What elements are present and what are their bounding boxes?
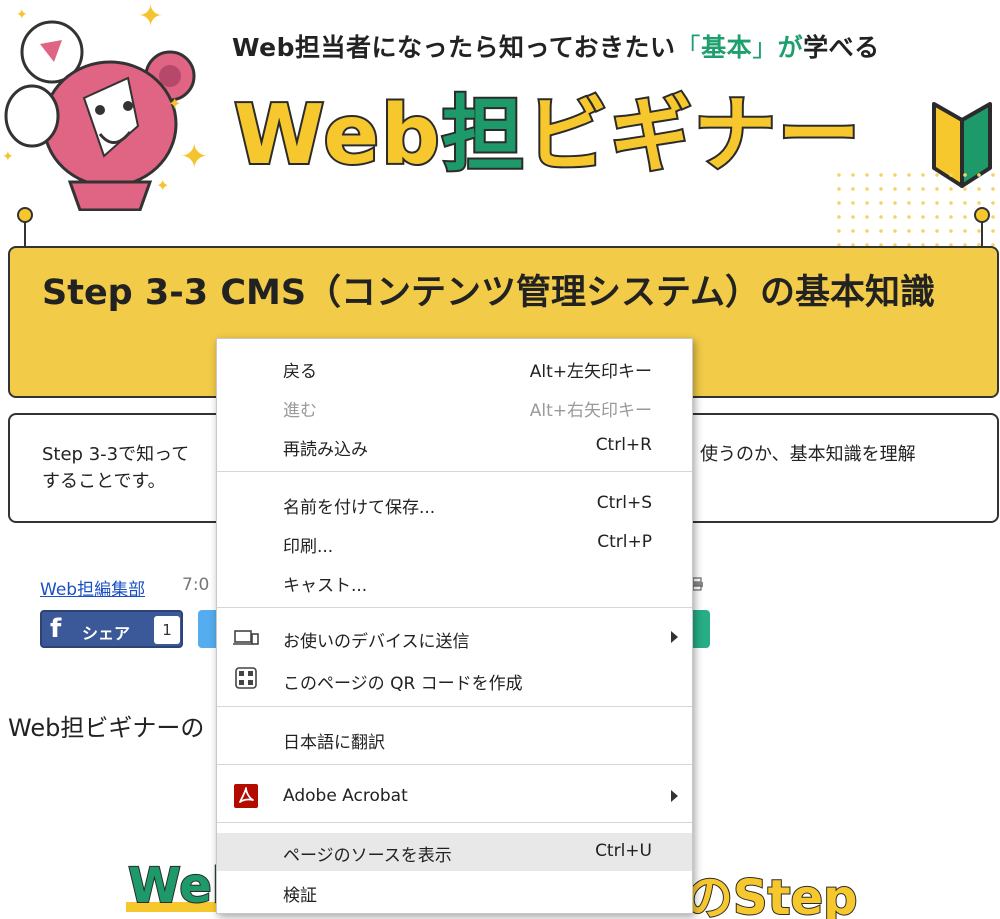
tagline-ga: が [777, 33, 804, 62]
logo-beginner: ビギナー [524, 86, 862, 185]
menu-separator [217, 471, 692, 472]
facebook-share-count: 1 [154, 616, 180, 644]
menu-item-shortcut: Alt+右矢印キー [529, 401, 652, 421]
menu-item-shortcut: Ctrl+R [595, 435, 652, 455]
facebook-icon: f [50, 614, 62, 644]
facebook-share-button[interactable]: f シェア 1 [40, 610, 183, 648]
menu-item-label: お使いのデバイスに送信 [283, 632, 470, 652]
submenu-arrow-icon [671, 631, 678, 643]
menu-item-view-source[interactable]: ページのソースを表示 Ctrl+U [217, 833, 692, 871]
publish-time: 7:0 [182, 575, 210, 595]
logo-web: Web [232, 86, 442, 185]
line-share-button[interactable] [692, 610, 710, 648]
tagline-end: 学べる [803, 33, 880, 62]
menu-item-label: 再読み込み [283, 440, 368, 460]
sparkle-icon: ✦ [138, 0, 164, 34]
tagline-kihon: 基本 [701, 33, 753, 62]
site-tagline: Web担当者になったら知っておきたい「基本」が学べる [232, 28, 1000, 68]
menu-item-label: 戻る [283, 362, 317, 382]
menu-item-shortcut: Alt+左矢印キー [529, 362, 652, 382]
menu-separator [217, 706, 692, 707]
summary-line: することです。 [42, 471, 166, 492]
menu-item-label: ページのソースを表示 [283, 846, 452, 866]
facebook-share-label: シェア [82, 624, 131, 643]
summary-text-left: Step 3-3で知って することです。 [42, 441, 189, 495]
qr-code-icon [235, 667, 257, 689]
menu-item-label: 日本語に翻訳 [283, 733, 385, 753]
menu-item-print[interactable]: 印刷... Ctrl+P [217, 524, 692, 560]
site-logo[interactable]: Web担ビギナー [232, 86, 862, 185]
menu-separator [217, 764, 692, 765]
summary-text-right: 使うのか、基本知識を理解 [700, 444, 916, 465]
sparkle-icon: ✦ [2, 149, 14, 165]
menu-item-shortcut: Ctrl+S [596, 493, 652, 513]
section-heading-right: のStep [684, 869, 858, 919]
menu-separator [217, 607, 692, 608]
logo-tan: 担 [440, 86, 526, 185]
menu-separator [217, 822, 692, 823]
menu-item-forward[interactable]: 進む Alt+右矢印キー [217, 388, 692, 424]
tagline-text: Web担当者になったら知っておきたい [232, 33, 676, 62]
menu-item-inspect[interactable]: 検証 [217, 873, 692, 909]
tagline-bracket-open: 「 [675, 33, 702, 62]
sparkle-icon: ✦ [168, 94, 182, 113]
dot-pattern [832, 168, 1000, 246]
menu-item-label: 検証 [283, 886, 317, 906]
context-menu: 戻る Alt+左矢印キー 進む Alt+右矢印キー 再読み込み Ctrl+R 名… [216, 338, 693, 914]
hanger-pin [974, 207, 990, 223]
send-to-device-icon [233, 630, 259, 645]
summary-line: Step 3-3で知って [42, 444, 190, 465]
menu-item-back[interactable]: 戻る Alt+左矢印キー [217, 349, 692, 385]
article-title: Step 3-3 CMS（コンテンツ管理システム）の基本知識 [42, 273, 936, 313]
sparkle-icon: ✦ [156, 176, 170, 195]
menu-item-shortcut: Ctrl+P [597, 532, 652, 552]
adobe-acrobat-icon [234, 784, 258, 808]
menu-item-label: Adobe Acrobat [283, 786, 408, 806]
submenu-arrow-icon [671, 790, 678, 802]
menu-item-reload[interactable]: 再読み込み Ctrl+R [217, 427, 692, 463]
menu-item-label: 印刷... [283, 537, 334, 557]
menu-item-label: このページの QR コードを作成 [283, 674, 523, 694]
menu-item-send-to-device[interactable]: お使いのデバイスに送信 [217, 619, 692, 655]
hanger-line [981, 222, 983, 248]
author-link[interactable]: Web担編集部 [40, 575, 145, 600]
intro-text: Web担ビギナーの [8, 714, 205, 742]
mascot-illustration [4, 20, 196, 211]
menu-item-label: キャスト... [283, 576, 368, 596]
sparkle-icon: ✦ [180, 137, 209, 177]
tagline-bracket-close: 」 [752, 33, 778, 62]
menu-item-save-as[interactable]: 名前を付けて保存... Ctrl+S [217, 485, 692, 521]
hanger-line [24, 222, 26, 248]
sparkle-icon: ✦ [16, 7, 28, 23]
menu-item-shortcut: Ctrl+U [595, 841, 652, 861]
menu-item-cast[interactable]: キャスト... [217, 563, 692, 599]
hanger-pin [17, 207, 33, 223]
menu-item-create-qr-code[interactable]: このページの QR コードを作成 [217, 661, 692, 697]
menu-item-translate[interactable]: 日本語に翻訳 [217, 720, 692, 756]
site-header: ✦ ✦ ✦ ✦ ✦ ✦ Web担当者になったら知っておきたい「基本」が学べる W… [0, 0, 1000, 248]
menu-item-label: 名前を付けて保存... [283, 498, 436, 518]
menu-item-label: 進む [283, 401, 317, 421]
menu-item-adobe-acrobat[interactable]: Adobe Acrobat [217, 778, 692, 814]
